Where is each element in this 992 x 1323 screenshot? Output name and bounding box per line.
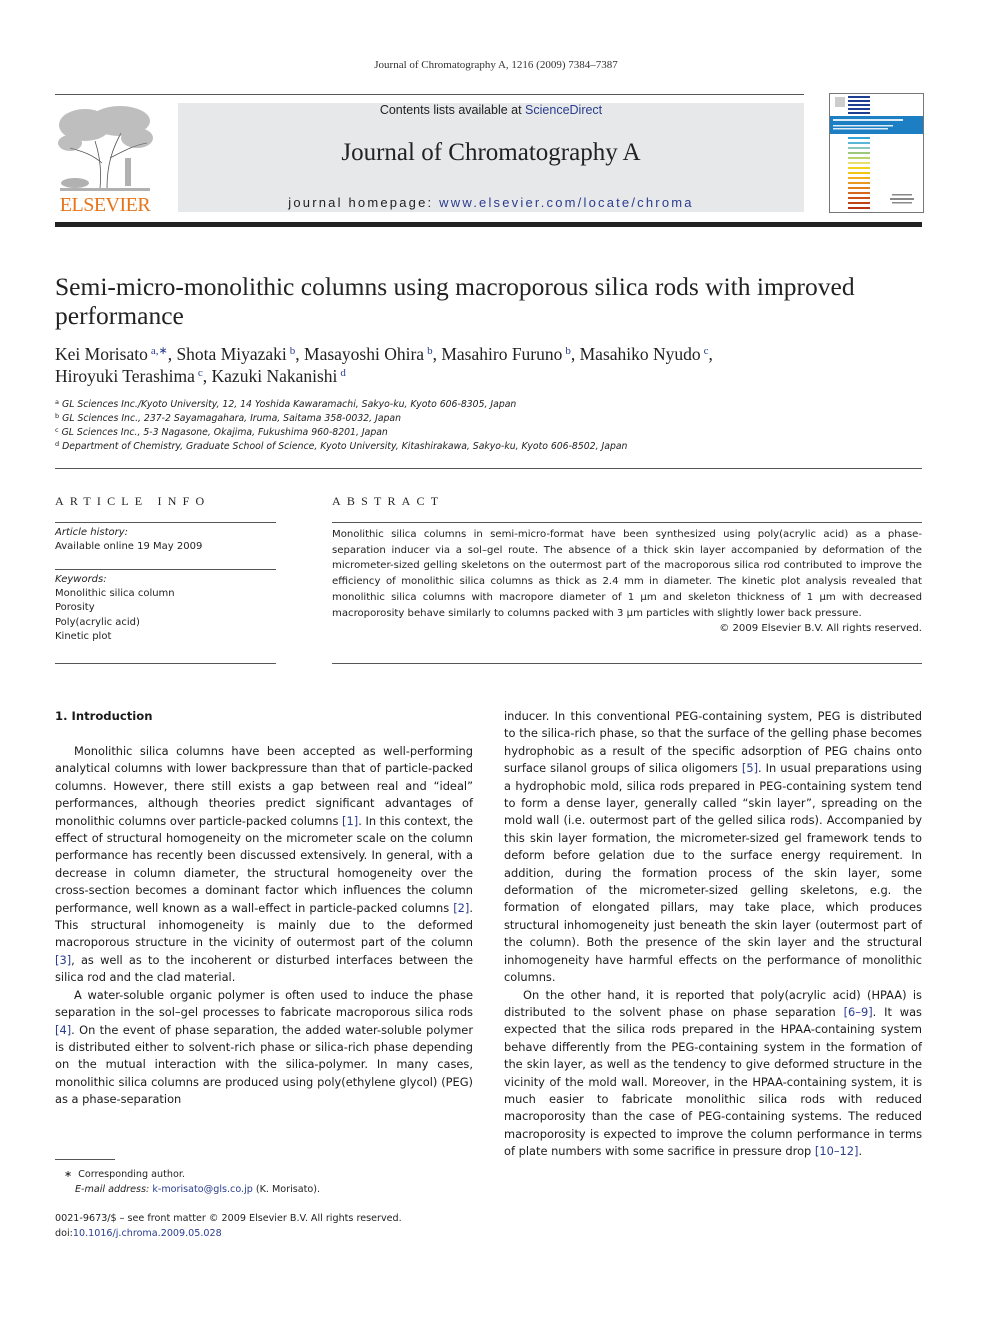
author: Shota Miyazaki [176,344,287,364]
elsevier-logo[interactable]: ELSEVIER [55,103,155,216]
journal-title: Journal of Chromatography A [341,139,641,166]
keywords-label: Keywords: [55,574,107,585]
author-affiliation-marker[interactable]: b [565,345,571,357]
affiliation-text: GL Sciences Inc., 5-3 Nagasone, Okajima,… [61,427,388,438]
body-paragraph: inducer. In this conventional PEG-contai… [504,708,922,987]
abstract-rule-bottom [332,663,922,664]
email-link[interactable]: k-morisato@gls.co.jp [152,1184,253,1195]
article-info-rule-3 [55,663,276,664]
elsevier-tree-icon [58,106,153,191]
contents-line: Contents lists available at ScienceDirec… [178,103,804,117]
doi-link[interactable]: 10.1016/j.chroma.2009.05.028 [73,1228,222,1239]
body-column-right: inducer. In this conventional PEG-contai… [504,708,922,1161]
homepage-prefix: journal homepage: [288,195,440,210]
keyword: Poly(acrylic acid) [55,616,140,628]
affiliation: b GL Sciences Inc., 237-2 Sayamagahara, I… [55,412,925,426]
author-affiliation-marker[interactable]: c [198,367,203,379]
journal-homepage-link[interactable]: www.elsevier.com/locate/chroma [439,195,694,210]
body-paragraph: A water-soluble organic polymer is often… [55,987,473,1109]
header-top-rule [55,94,804,95]
citation-link[interactable]: [1] [342,814,358,828]
affiliation-marker: a [55,398,59,406]
body-text: , as well as to the incoherent or distur… [55,952,473,985]
article-title: Semi-micro-monolithic columns using macr… [55,272,855,330]
abstract-copyright: © 2009 Elsevier B.V. All rights reserved… [719,623,922,635]
body-paragraph: On the other hand, it is reported that p… [504,987,922,1161]
affiliation-text: Department of Chemistry, Graduate School… [62,441,628,452]
footnote-marker: ∗ [64,1169,73,1180]
body-text: . On the event of phase separation, the … [55,1022,473,1107]
article-history-value: Available online 19 May 2009 [55,541,203,553]
corresponding-author-footnote: ∗ Corresponding author. E-mail address: … [55,1167,485,1197]
citation-link[interactable]: [10–12] [815,1144,859,1158]
keyword: Kinetic plot [55,630,112,642]
author: Masayoshi Ohira [304,344,425,364]
article-info-rule-2 [55,569,276,570]
affiliation: a GL Sciences Inc./Kyoto University, 12, … [55,398,925,412]
author-affiliation-marker[interactable]: b [290,345,296,357]
homepage-line: journal homepage: www.elsevier.com/locat… [178,195,804,210]
article-history-label: Article history: [55,527,129,538]
author: Kei Morisato [55,344,148,364]
email-label: E-mail address: [75,1184,153,1195]
author-affiliation-marker[interactable]: b [427,345,433,357]
footnote-rule [55,1159,115,1160]
author-affiliation-marker[interactable]: d [340,367,346,379]
abstract-rule-top [332,522,922,523]
body-text: . In this context, the effect of structu… [55,813,474,915]
citation-link[interactable]: [2] [453,901,469,915]
header-bottom-rule [55,222,922,227]
author-affiliation-marker[interactable]: a,∗ [151,345,168,357]
affiliation-list: a GL Sciences Inc./Kyoto University, 12, … [55,398,925,454]
body-text: A water-soluble organic polymer is often… [55,987,473,1020]
affiliation-text: GL Sciences Inc./Kyoto University, 12, 1… [61,399,517,410]
sciencedirect-link[interactable]: ScienceDirect [525,103,602,117]
citation-link[interactable]: [3] [55,953,71,967]
citation-link[interactable]: [6–9] [844,1005,873,1019]
contents-prefix: Contents lists available at [379,103,526,117]
front-matter: 0021-9673/$ – see front matter © 2009 El… [55,1211,485,1241]
journal-banner: Contents lists available at ScienceDirec… [178,103,804,212]
affiliation: d Department of Chemistry, Graduate Schoo… [55,440,925,454]
author: Masahiro Furuno [441,344,563,364]
body-text: . In usual preparations using a hydropho… [504,761,922,985]
elsevier-wordmark: ELSEVIER [59,194,151,216]
affiliation-marker: d [55,440,60,448]
affiliation-marker: c [55,426,59,434]
article-history: Article history: Available online 19 May… [55,526,202,554]
keyword: Porosity [55,602,95,614]
corresponding-author-label: Corresponding author. [78,1169,185,1180]
citation-link[interactable]: [5] [742,761,758,775]
section-heading-introduction: 1. Introduction [55,709,153,723]
author-affiliation-marker[interactable]: c [704,345,709,357]
author: Kazuki Nakanishi [211,366,338,386]
journal-cover-icon [830,96,923,209]
author-list: Kei Morisato a,∗, Shota Miyazaki b, Masayo… [55,344,713,386]
body-paragraph: Monolithic silica columns have been acce… [55,743,473,987]
body-text: . [858,1144,863,1159]
abstract-heading: ABSTRACT [332,494,445,508]
affiliation: c GL Sciences Inc., 5-3 Nagasone, Okajima… [55,426,925,440]
title-block-divider [55,468,922,469]
author: Hiroyuki Terashima [55,366,195,386]
article-info-heading: ARTICLE INFO [55,494,211,508]
affiliation-text: GL Sciences Inc., 237-2 Sayamagahara, Ir… [62,413,402,424]
keyword: Monolithic silica column [55,588,175,600]
body-column-left: Monolithic silica columns have been acce… [55,743,473,1109]
issn-copyright-line: 0021-9673/$ – see front matter © 2009 El… [55,1213,402,1224]
doi-label: doi: [55,1228,73,1239]
article-info-rule-1 [55,522,276,523]
keywords-block: Keywords: Monolithic silica column Poros… [55,573,175,644]
abstract-text: Monolithic silica columns in semi-micro-… [332,529,922,619]
citation-link[interactable]: [4] [55,1023,71,1037]
journal-cover-thumbnail[interactable] [829,93,924,213]
running-head-citation: Journal of Chromatography A, 1216 (2009)… [374,59,618,71]
email-suffix: (K. Morisato). [252,1184,321,1195]
affiliation-marker: b [55,412,60,420]
abstract-body: Monolithic silica columns in semi-micro-… [332,527,922,637]
body-text: . It was expected that the silica rods p… [504,1004,922,1159]
author: Masahiko Nyudo [579,344,701,364]
